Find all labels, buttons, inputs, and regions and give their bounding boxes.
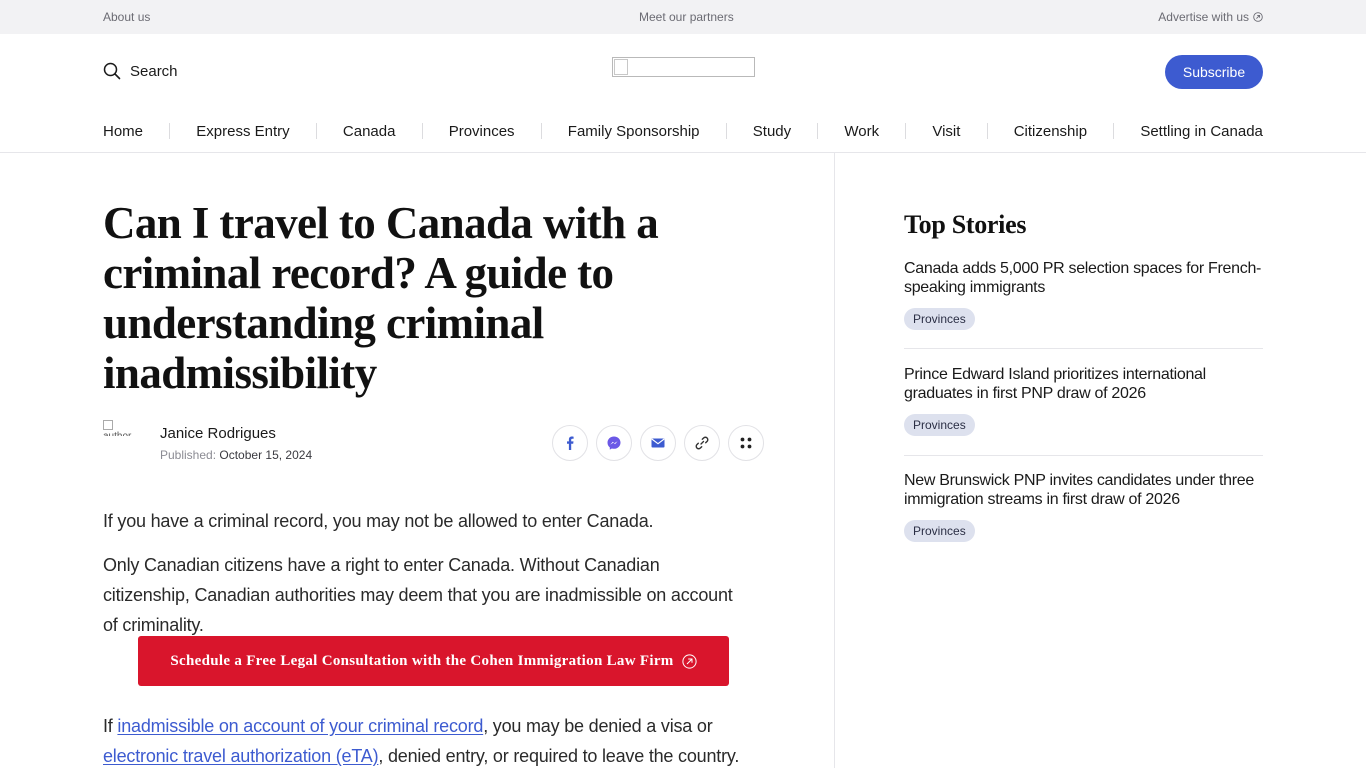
story-title-link[interactable]: Canada adds 5,000 PR selection spaces fo…: [904, 259, 1263, 297]
partners-link[interactable]: Meet our partners: [639, 10, 734, 24]
link-icon: [695, 436, 709, 450]
article-paragraph: If you have a criminal record, you may n…: [103, 511, 654, 531]
nav-home[interactable]: Home: [103, 123, 143, 140]
copy-link-button[interactable]: [684, 425, 720, 461]
utility-bar: About us Meet our partners Advertise wit…: [0, 0, 1366, 34]
story-title-link[interactable]: New Brunswick PNP invites candidates und…: [904, 471, 1263, 509]
advertise-link[interactable]: Advertise with us: [1158, 10, 1263, 24]
header-divider: [0, 152, 1366, 153]
article-paragraph: If inadmissible on account of your crimi…: [103, 711, 743, 768]
column-divider: [834, 153, 835, 768]
story-tag[interactable]: Provinces: [904, 308, 975, 330]
story-tag[interactable]: Provinces: [904, 414, 975, 436]
site-logo[interactable]: [612, 57, 755, 77]
published-date: Published: October 15, 2024: [160, 448, 312, 462]
story-item: Canada adds 5,000 PR selection spaces fo…: [904, 259, 1263, 330]
search-button[interactable]: Search: [103, 62, 178, 80]
facebook-icon: [567, 436, 574, 450]
share-more-button[interactable]: [728, 425, 764, 461]
main-nav: Home Express Entry Canada Provinces Fami…: [103, 120, 1263, 142]
story-divider: [904, 348, 1263, 349]
share-facebook-button[interactable]: [552, 425, 588, 461]
author-name[interactable]: Janice Rodrigues: [160, 425, 276, 442]
nav-visit[interactable]: Visit: [932, 123, 960, 140]
inadmissibility-link[interactable]: inadmissible on account of your criminal…: [117, 716, 483, 736]
nav-divider: [1113, 123, 1115, 139]
story-title-link[interactable]: Prince Edward Island prioritizes interna…: [904, 365, 1263, 403]
text-run: , denied entry, or required to leave the…: [378, 746, 740, 766]
article-paragraph: Only Canadian citizens have a right to e…: [103, 555, 733, 635]
nav-citizenship[interactable]: Citizenship: [1014, 123, 1087, 140]
nav-study[interactable]: Study: [753, 123, 791, 140]
nav-settling-in-canada[interactable]: Settling in Canada: [1140, 123, 1263, 140]
author-avatar: author: [103, 420, 143, 436]
cta-label: Schedule a Free Legal Consultation with …: [170, 652, 674, 669]
nav-canada[interactable]: Canada: [343, 123, 396, 140]
broken-image-icon: [103, 420, 113, 430]
broken-image-icon: [614, 59, 628, 75]
published-label: Published:: [160, 448, 217, 462]
nav-work[interactable]: Work: [844, 123, 879, 140]
author-avatar-alt: author: [103, 431, 131, 436]
consultation-cta-button[interactable]: Schedule a Free Legal Consultation with …: [138, 636, 729, 686]
nav-divider: [540, 123, 542, 139]
search-icon: [103, 62, 121, 80]
nav-divider: [315, 123, 317, 139]
article-headline: Can I travel to Canada with a criminal r…: [103, 198, 659, 398]
share-email-button[interactable]: [640, 425, 676, 461]
email-icon: [651, 438, 665, 448]
nav-divider: [986, 123, 988, 139]
nav-express-entry[interactable]: Express Entry: [196, 123, 289, 140]
about-us-link[interactable]: About us: [103, 10, 150, 24]
external-arrow-icon: [1253, 12, 1263, 22]
nav-divider: [169, 123, 171, 139]
top-stories-heading: Top Stories: [904, 210, 1027, 239]
nav-divider: [725, 123, 727, 139]
eta-link[interactable]: electronic travel authorization (eTA): [103, 746, 379, 766]
nav-provinces[interactable]: Provinces: [449, 123, 515, 140]
story-divider: [904, 455, 1263, 456]
nav-family-sponsorship[interactable]: Family Sponsorship: [568, 123, 700, 140]
nav-divider: [817, 123, 819, 139]
subscribe-button[interactable]: Subscribe: [1165, 55, 1263, 89]
text-run: If: [103, 716, 118, 736]
advertise-label: Advertise with us: [1158, 10, 1249, 24]
share-bar: [552, 425, 764, 461]
share-messenger-button[interactable]: [596, 425, 632, 461]
published-value: October 15, 2024: [219, 448, 313, 462]
external-arrow-icon: [682, 653, 697, 669]
text-run: , you may be denied a visa or: [483, 716, 713, 736]
nav-divider: [905, 123, 907, 139]
search-label: Search: [130, 62, 178, 80]
messenger-icon: [607, 436, 621, 450]
story-item: Prince Edward Island prioritizes interna…: [904, 365, 1263, 436]
nav-divider: [421, 123, 423, 139]
story-item: New Brunswick PNP invites candidates und…: [904, 471, 1263, 542]
story-tag[interactable]: Provinces: [904, 520, 975, 542]
more-icon: [740, 437, 752, 449]
